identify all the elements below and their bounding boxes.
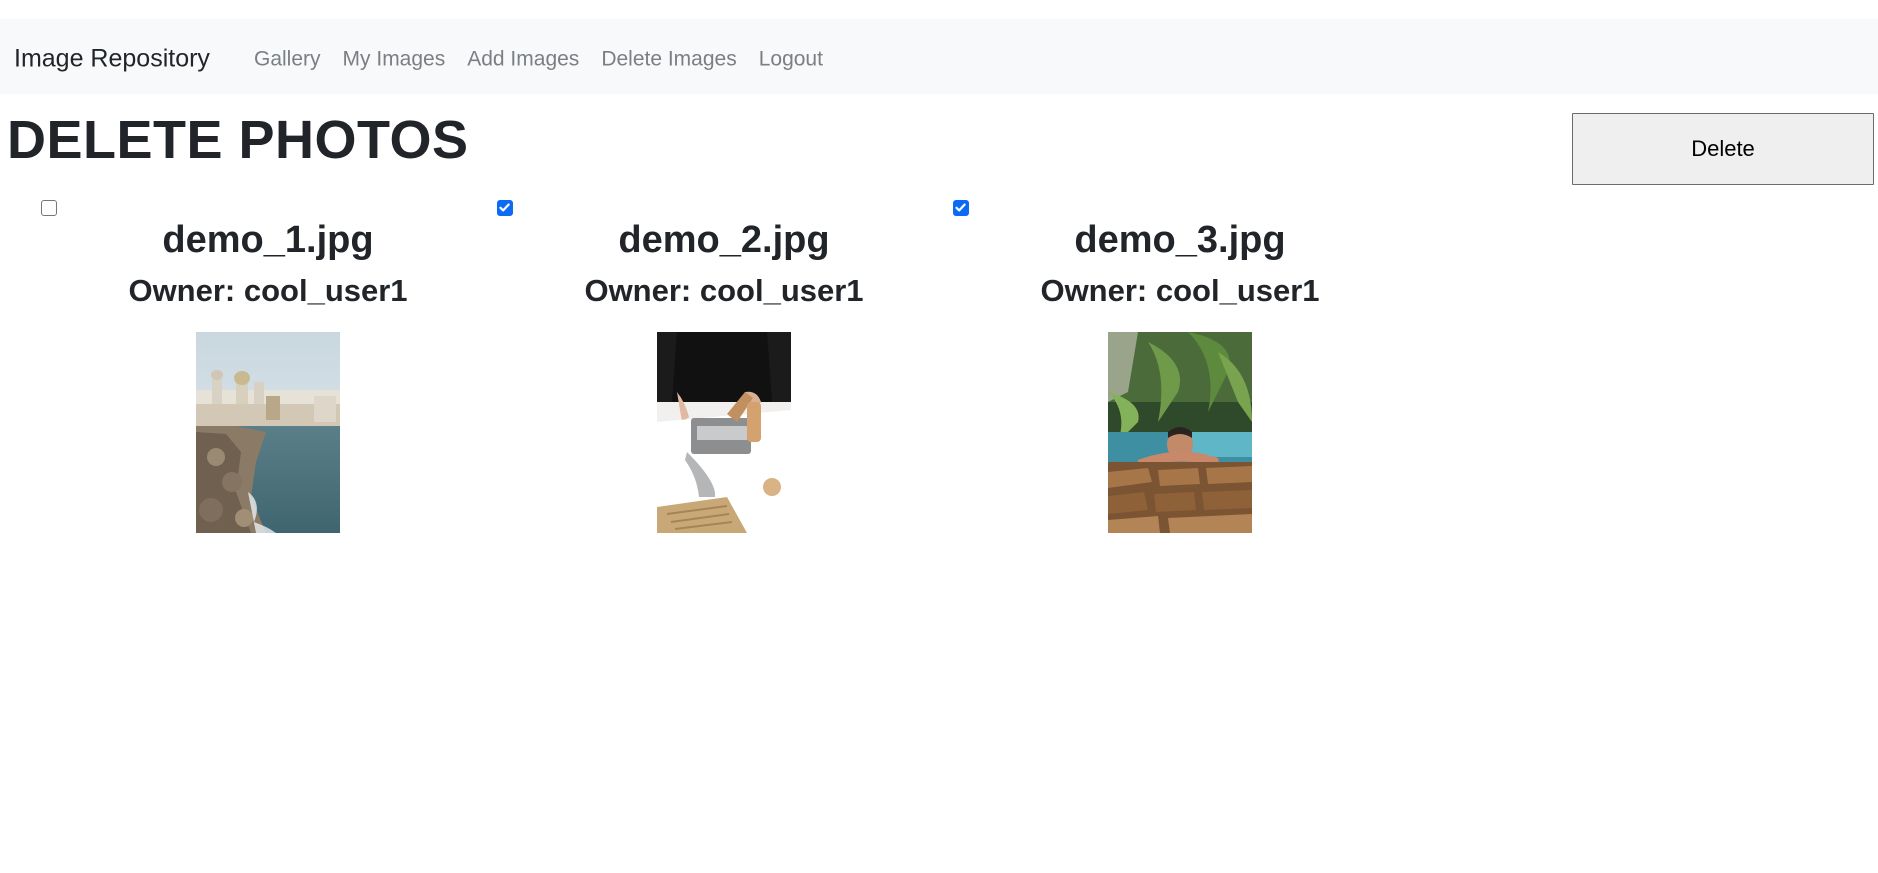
nav-links: Gallery My Images Add Images Delete Imag… xyxy=(254,49,823,70)
nav-delete-images[interactable]: Delete Images xyxy=(601,49,736,70)
image-filename: demo_3.jpg xyxy=(1074,219,1286,261)
select-checkbox[interactable] xyxy=(41,200,57,216)
nav-logout[interactable]: Logout xyxy=(759,49,823,70)
checkmark-icon xyxy=(499,203,510,212)
image-card: demo_3.jpg Owner: cool_user1 xyxy=(912,196,1368,536)
nav-my-images[interactable]: My Images xyxy=(343,49,446,70)
image-thumbnail xyxy=(657,332,791,533)
select-checkbox[interactable] xyxy=(497,200,513,216)
image-thumbnail xyxy=(1108,332,1252,533)
image-card: demo_1.jpg Owner: cool_user1 xyxy=(0,196,456,536)
image-owner: Owner: cool_user1 xyxy=(1040,273,1320,308)
nav-add-images[interactable]: Add Images xyxy=(467,49,579,70)
brand-link[interactable]: Image Repository xyxy=(14,46,210,72)
image-thumbnail xyxy=(196,332,340,533)
delete-button[interactable]: Delete xyxy=(1572,113,1874,185)
page-title: DELETE PHOTOS xyxy=(7,110,469,170)
select-checkbox[interactable] xyxy=(953,200,969,216)
nav-gallery[interactable]: Gallery xyxy=(254,49,321,70)
checkmark-icon xyxy=(955,203,966,212)
navbar: Image Repository Gallery My Images Add I… xyxy=(0,19,1878,94)
image-card: demo_2.jpg Owner: cool_user1 xyxy=(456,196,912,536)
